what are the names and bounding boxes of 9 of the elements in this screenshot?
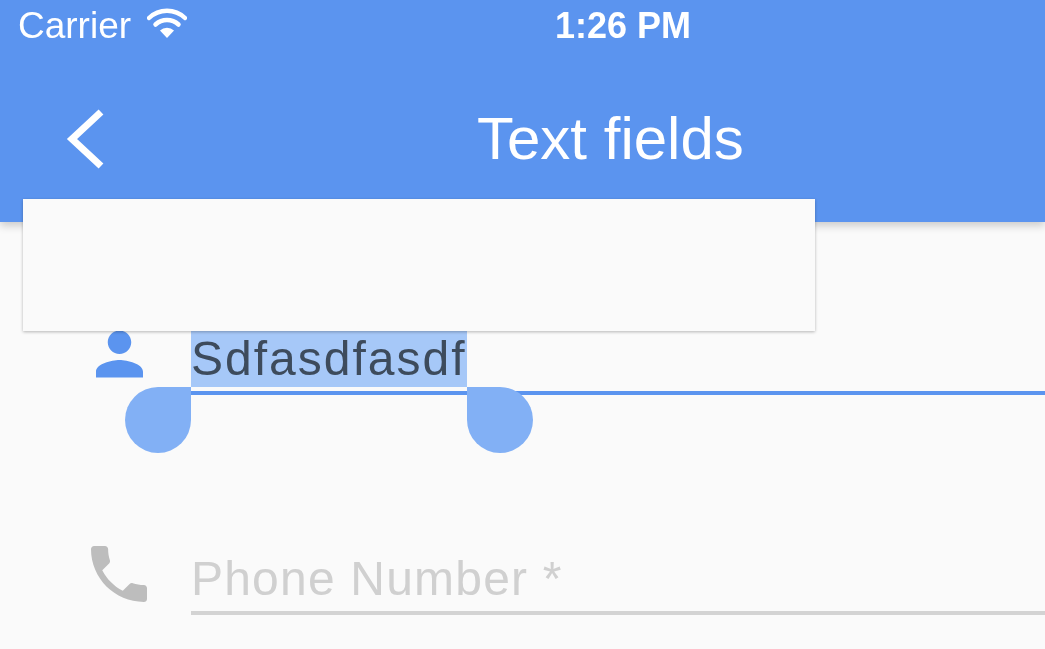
field-value-text: Sdfasdfasdf bbox=[191, 330, 467, 387]
screen-title: Text fields bbox=[477, 104, 744, 174]
back-chevron-icon[interactable] bbox=[64, 109, 106, 169]
phone-icon bbox=[91, 546, 147, 602]
carrier-label: Carrier bbox=[18, 4, 132, 48]
person-icon bbox=[95, 330, 143, 378]
text-input-field[interactable]: Sdfasdfasdf bbox=[191, 330, 1045, 395]
wifi-icon bbox=[147, 8, 188, 38]
status-time: 1:26 PM bbox=[555, 4, 692, 48]
